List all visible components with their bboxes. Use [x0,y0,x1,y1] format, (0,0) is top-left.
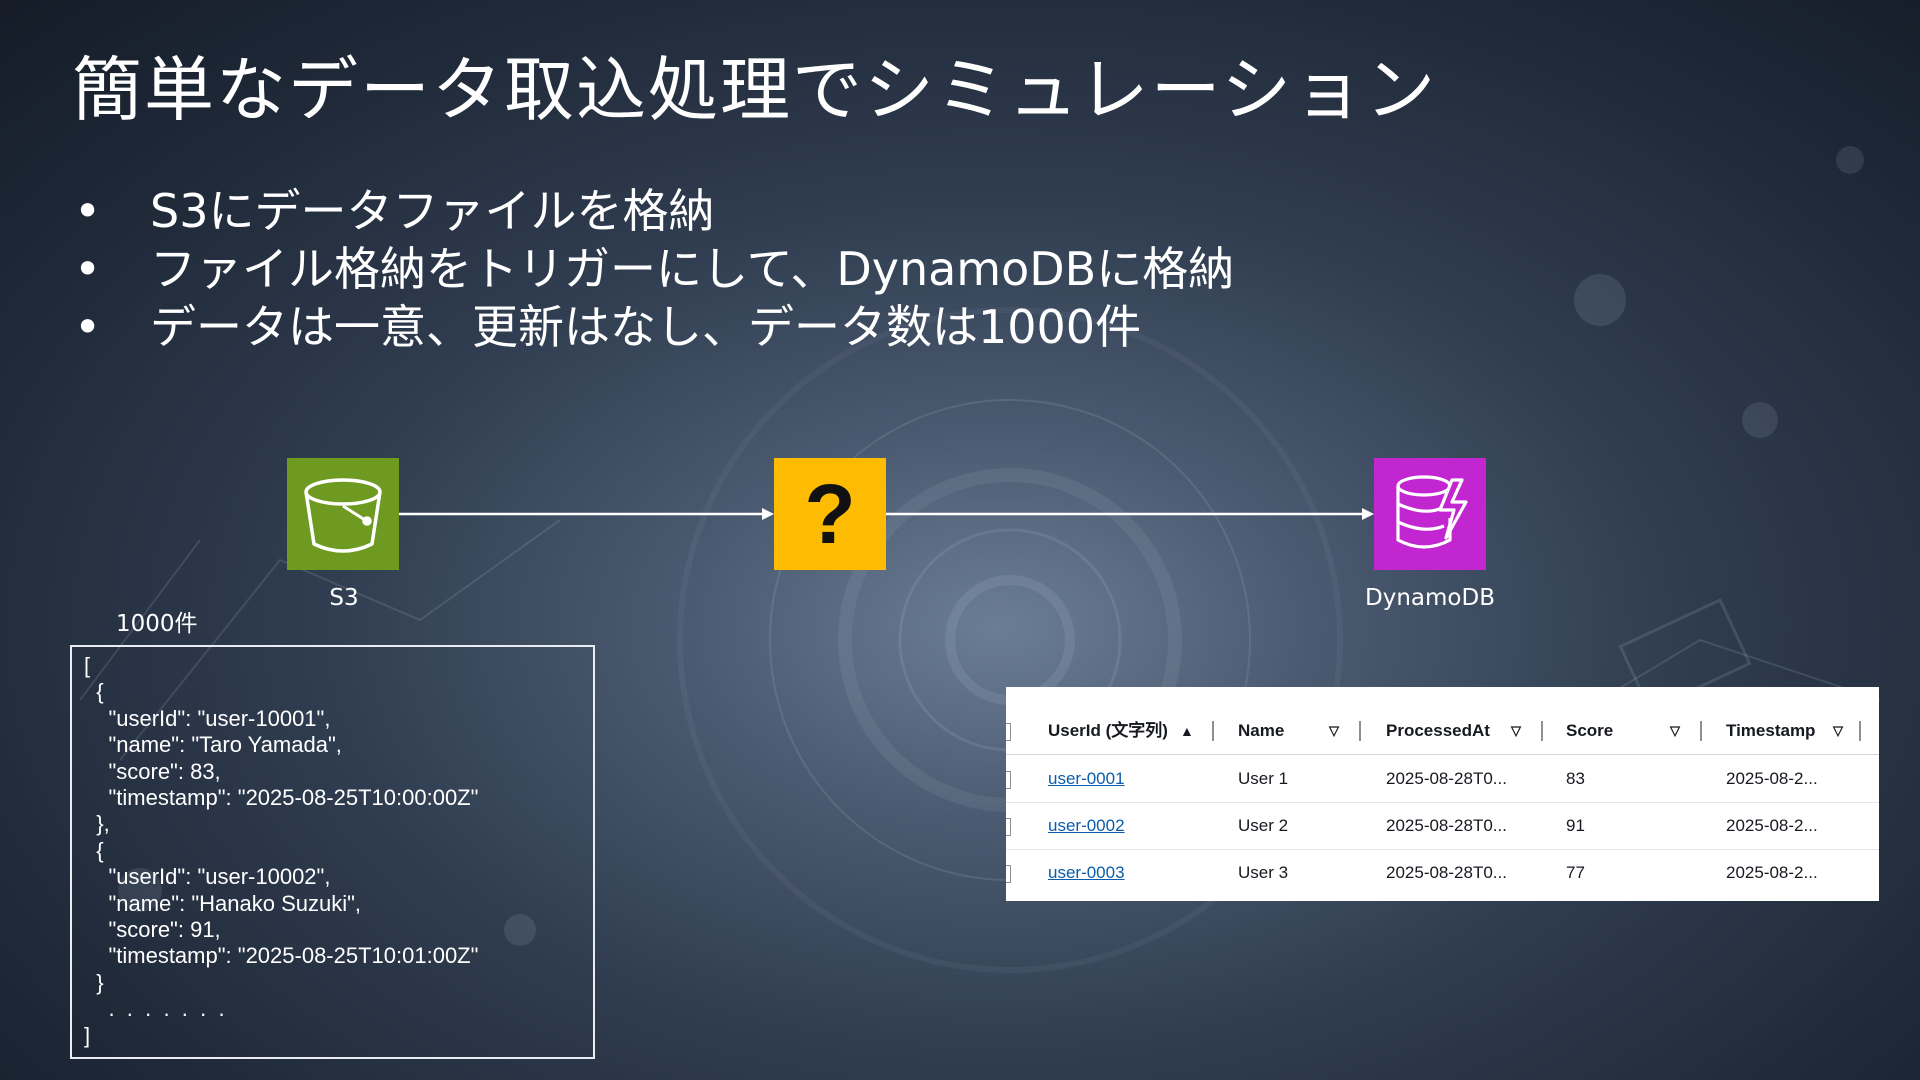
filter-icon[interactable]: ▽ [1511,707,1521,754]
dynamodb-node [1374,458,1486,570]
table-row[interactable]: user-0001 User 1 2025-08-28T0... 83 2025… [1006,755,1879,803]
filter-icon[interactable]: ▽ [1833,707,1843,754]
userid-link[interactable]: user-0002 [1048,802,1125,849]
record-count-label: 1000件 [116,611,198,637]
name-cell: User 2 [1238,816,1289,835]
json-sample-text: [ { "userId": "user-10001", "name": "Tar… [84,653,479,1048]
table-row[interactable]: user-0002 User 2 2025-08-28T0... 91 2025… [1006,802,1879,850]
column-header-score[interactable]: Score [1566,707,1613,754]
processedat-cell: 2025-08-28T0... [1386,816,1507,835]
userid-link[interactable]: user-0001 [1048,755,1125,802]
userid-link[interactable]: user-0003 [1048,849,1125,896]
dynamodb-table-screenshot: UserId (文字列) ▲ Name ▽ ProcessedAt ▽ Score… [1006,687,1879,901]
unknown-process-node: ? [774,458,886,570]
dynamodb-label: DynamoDB [1365,585,1495,611]
row-checkbox[interactable] [1006,818,1011,836]
name-cell: User 3 [1238,863,1289,882]
processedat-cell: 2025-08-28T0... [1386,769,1507,788]
score-cell: 77 [1566,863,1585,882]
column-header-timestamp[interactable]: Timestamp [1726,707,1815,754]
column-header-name[interactable]: Name [1238,707,1284,754]
timestamp-cell: 2025-08-2... [1726,816,1818,835]
table-header-row: UserId (文字列) ▲ Name ▽ ProcessedAt ▽ Score… [1006,707,1879,755]
json-sample-box: [ { "userId": "user-10001", "name": "Tar… [70,645,595,1059]
timestamp-cell: 2025-08-2... [1726,863,1818,882]
name-cell: User 1 [1238,769,1289,788]
filter-icon[interactable]: ▽ [1329,707,1339,754]
row-checkbox[interactable] [1006,771,1011,789]
timestamp-cell: 2025-08-2... [1726,769,1818,788]
s3-node [287,458,399,570]
row-checkbox[interactable] [1006,723,1011,741]
score-cell: 91 [1566,816,1585,835]
column-header-userid[interactable]: UserId (文字列) ▲ [1048,707,1194,754]
column-header-processedat[interactable]: ProcessedAt [1386,707,1490,754]
s3-label: S3 [329,585,359,611]
question-mark: ? [804,467,856,561]
row-checkbox[interactable] [1006,865,1011,883]
table-row[interactable]: user-0003 User 3 2025-08-28T0... 77 2025… [1006,849,1879,896]
filter-icon[interactable]: ▽ [1670,707,1680,754]
dynamodb-icon [1396,475,1468,549]
processedat-cell: 2025-08-28T0... [1386,863,1507,882]
sort-ascending-icon[interactable]: ▲ [1180,723,1194,739]
score-cell: 83 [1566,769,1585,788]
slide: 簡単なデータ取込処理でシミュレーション S3にデータファイルを格納 ファイル格納… [0,0,1920,1080]
s3-bucket-icon [304,478,382,553]
